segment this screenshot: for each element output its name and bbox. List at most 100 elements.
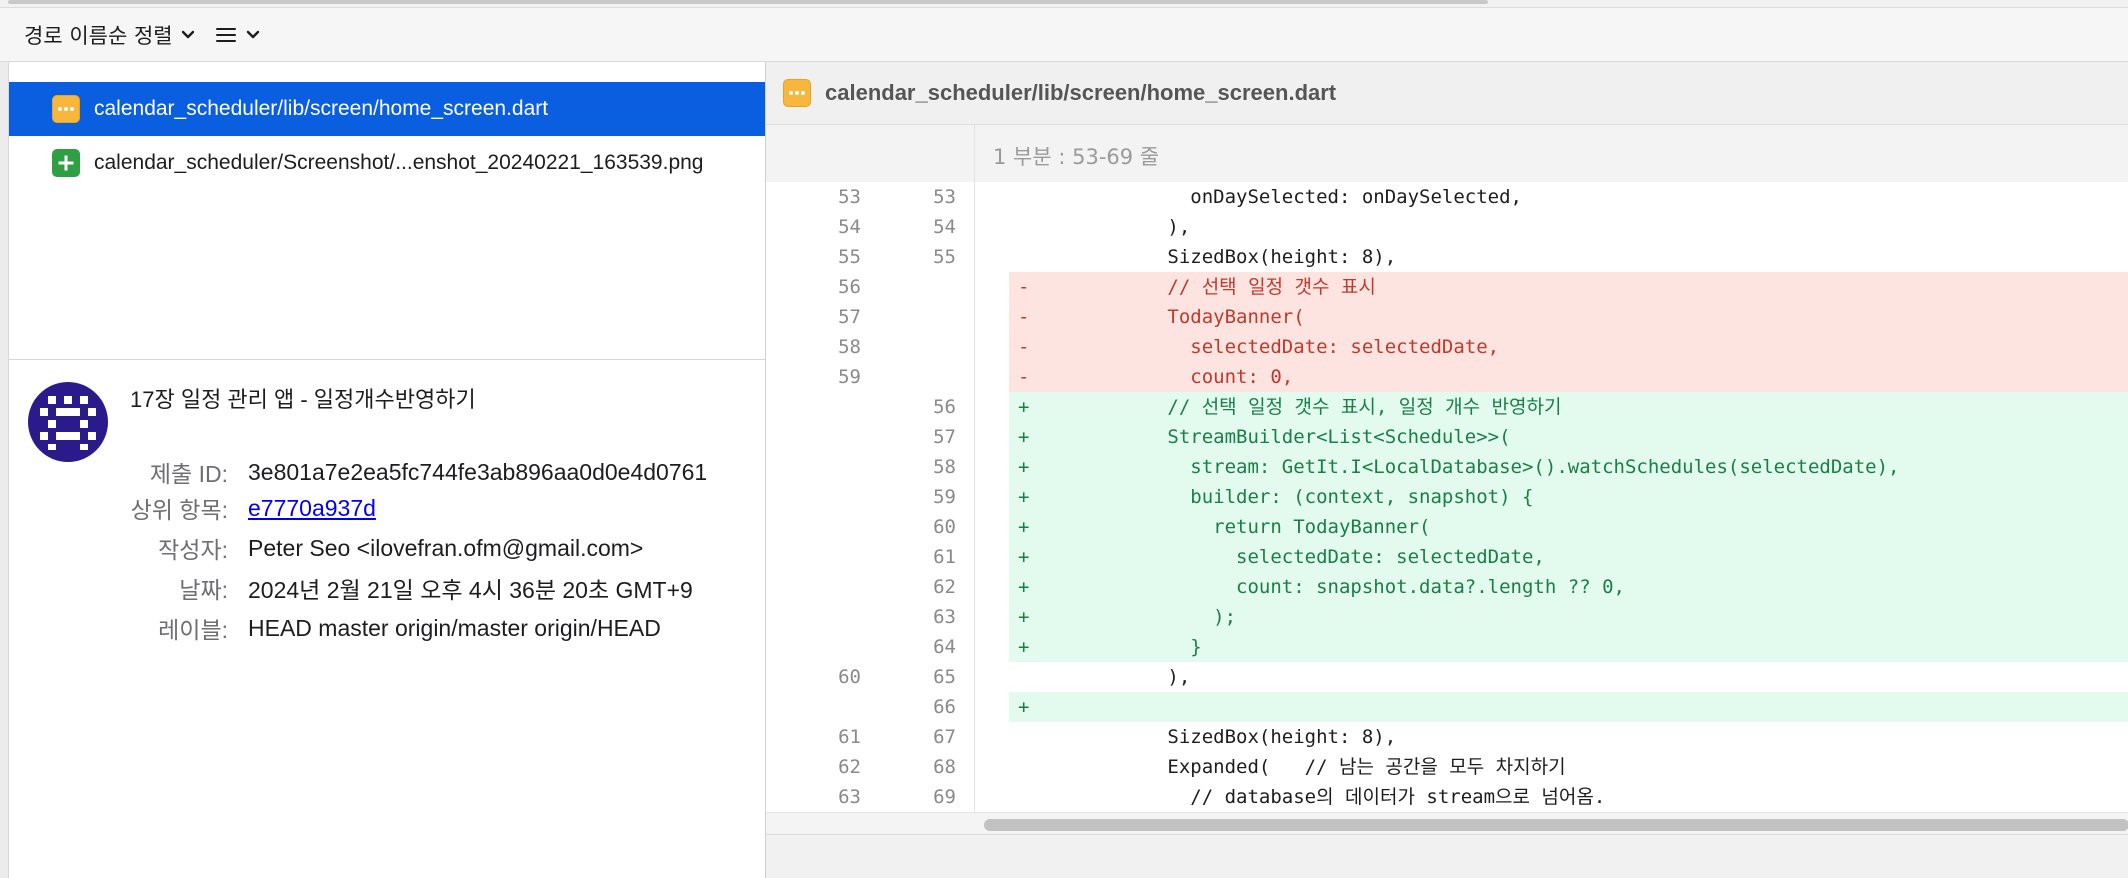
- added-line: 66 +: [766, 692, 2128, 722]
- code-text: Expanded( // 남는 공간을 모두 차지하기: [1053, 756, 1566, 778]
- hunk-header-gutter: [766, 125, 975, 182]
- old-line-number: 57: [838, 306, 861, 328]
- code-text: // 선택 일정 갯수 표시: [1053, 276, 1376, 298]
- commit-details: 17장 일정 관리 앱 - 일정개수반영하기 제출 ID: 3e801a7e2e…: [9, 360, 766, 878]
- new-line-number: 65: [933, 666, 956, 688]
- file-path: calendar_scheduler/Screenshot/...enshot_…: [94, 151, 704, 174]
- horizontal-scrollbar-thumb[interactable]: [984, 819, 2128, 831]
- diff-file-header: calendar_scheduler/lib/screen/home_scree…: [766, 62, 2128, 125]
- horizontal-scrollbar[interactable]: [766, 812, 2128, 834]
- code-text: ),: [1053, 666, 1191, 688]
- code-text: ),: [1053, 216, 1191, 238]
- added-line: 59 + builder: (context, snapshot) {: [766, 482, 2128, 512]
- diff-sign: +: [1018, 636, 1030, 658]
- context-line: 61 67 SizedBox(height: 8),: [766, 722, 2128, 752]
- code-text: // database의 데이터가 stream으로 넘어옴.: [1053, 786, 1606, 808]
- deleted-line: 57 - TodayBanner(: [766, 302, 2128, 332]
- deleted-line: 56 - // 선택 일정 갯수 표시: [766, 272, 2128, 302]
- hunk-title: 1 부분 : 53-69 줄: [993, 145, 1160, 169]
- parent-commit-link[interactable]: e7770a937d: [248, 495, 376, 522]
- code-text: );: [1053, 606, 1237, 628]
- new-line-number: 69: [933, 786, 956, 808]
- top-scrollbar-thumb[interactable]: [8, 0, 1488, 4]
- date-value: 2024년 2월 21일 오후 4시 36분 20초 GMT+9: [248, 577, 693, 603]
- old-line-number: 53: [838, 186, 861, 208]
- new-line-number: 55: [933, 246, 956, 268]
- author-value: Peter Seo <ilovefran.ofm@gmail.com>: [248, 534, 644, 561]
- line-highlight: [1009, 692, 2128, 722]
- new-line-number: 53: [933, 186, 956, 208]
- diff-sign: +: [1018, 696, 1030, 718]
- new-line-number: 54: [933, 216, 956, 238]
- context-line: 54 54 ),: [766, 212, 2128, 242]
- diff-sign: +: [1018, 396, 1030, 418]
- old-line-number: 62: [838, 756, 861, 778]
- diff-file-title: calendar_scheduler/lib/screen/home_scree…: [825, 80, 1337, 105]
- code-text: selectedDate: selectedDate,: [1053, 336, 1500, 358]
- diff-sign: +: [1018, 606, 1030, 628]
- code-text: count: snapshot.data?.length ?? 0,: [1053, 576, 1625, 598]
- new-line-number: 57: [933, 426, 956, 448]
- file-row-home-screen[interactable]: calendar_scheduler/lib/screen/home_scree…: [9, 82, 766, 136]
- new-line-number: 68: [933, 756, 956, 778]
- old-line-number: 59: [838, 366, 861, 388]
- added-line: 61 + selectedDate: selectedDate,: [766, 542, 2128, 572]
- code-text: count: 0,: [1053, 366, 1294, 388]
- old-line-number: 61: [838, 726, 861, 748]
- diff-sign: -: [1018, 336, 1030, 358]
- context-line: 60 65 ),: [766, 662, 2128, 692]
- code-text: onDaySelected: onDaySelected,: [1053, 186, 1522, 208]
- code-text: }: [1053, 636, 1202, 658]
- added-line: 63 + );: [766, 602, 2128, 632]
- code-text: StreamBuilder<List<Schedule>>(: [1053, 426, 1511, 448]
- top-scrollbar[interactable]: [0, 0, 2128, 8]
- diff-sign: +: [1018, 456, 1030, 478]
- list-icon: [216, 26, 236, 44]
- diff-sign: -: [1018, 306, 1030, 328]
- chevron-down-icon: [246, 30, 260, 40]
- new-line-number: 67: [933, 726, 956, 748]
- code-text: selectedDate: selectedDate,: [1053, 546, 1545, 568]
- bottom-bar: [766, 834, 2128, 878]
- old-line-number: 63: [838, 786, 861, 808]
- code-text: SizedBox(height: 8),: [1053, 246, 1397, 268]
- new-line-number: 62: [933, 576, 956, 598]
- code-text: TodayBanner(: [1053, 306, 1305, 328]
- diff-pane: calendar_scheduler/lib/screen/home_scree…: [765, 62, 2128, 878]
- diff-sign: +: [1018, 516, 1030, 538]
- added-line: 62 + count: snapshot.data?.length ?? 0,: [766, 572, 2128, 602]
- added-file-icon: [52, 149, 80, 177]
- chevron-down-icon: [181, 30, 195, 40]
- new-line-number: 66: [933, 696, 956, 718]
- diff-sign: +: [1018, 486, 1030, 508]
- context-line: 55 55 SizedBox(height: 8),: [766, 242, 2128, 272]
- author-row: 작성자: Peter Seo <ilovefran.ofm@gmail.com>: [9, 530, 766, 566]
- file-row-screenshot[interactable]: calendar_scheduler/Screenshot/...enshot_…: [9, 136, 766, 190]
- added-line: 58 + stream: GetIt.I<LocalDatabase>().wat…: [766, 452, 2128, 482]
- diff-code-view[interactable]: 53 53 onDaySelected: onDaySelected, 54 54 )…: [766, 182, 2128, 812]
- commit-id-row: 제출 ID: 3e801a7e2ea5fc744fe3ab896aa0d0e4d…: [9, 454, 766, 490]
- commit-subject: 17장 일정 관리 앱 - 일정개수반영하기: [130, 387, 476, 412]
- commit-id-value: 3e801a7e2ea5fc744fe3ab896aa0d0e4d0761: [248, 458, 708, 485]
- toolbar: 경로 이름순 정렬: [0, 8, 2128, 62]
- old-line-number: 55: [838, 246, 861, 268]
- view-options-button[interactable]: [216, 20, 260, 50]
- new-line-number: 63: [933, 606, 956, 628]
- context-line: 63 69 // database의 데이터가 stream으로 넘어옴.: [766, 782, 2128, 812]
- hunk-header: 1 부분 : 53-69 줄: [766, 125, 2128, 182]
- old-line-number: 58: [838, 336, 861, 358]
- code-text: stream: GetIt.I<LocalDatabase>().watchSc…: [1053, 456, 1900, 478]
- deleted-line: 58 - selectedDate: selectedDate,: [766, 332, 2128, 362]
- sort-order-button[interactable]: 경로 이름순 정렬: [24, 20, 195, 50]
- diff-sign: -: [1018, 276, 1030, 298]
- added-line: 64 + }: [766, 632, 2128, 662]
- diff-sign: +: [1018, 546, 1030, 568]
- new-line-number: 61: [933, 546, 956, 568]
- date-row: 날짜: 2024년 2월 21일 오후 4시 36분 20초 GMT+9: [9, 570, 766, 606]
- file-path: calendar_scheduler/lib/screen/home_scree…: [94, 97, 549, 120]
- parent-row: 상위 항목: e7770a937d: [9, 490, 766, 526]
- added-line: 56 + // 선택 일정 갯수 표시, 일정 개수 반영하기: [766, 392, 2128, 422]
- code-text: return TodayBanner(: [1053, 516, 1431, 538]
- changed-files-list: calendar_scheduler/lib/screen/home_scree…: [9, 62, 766, 360]
- diff-sign: +: [1018, 576, 1030, 598]
